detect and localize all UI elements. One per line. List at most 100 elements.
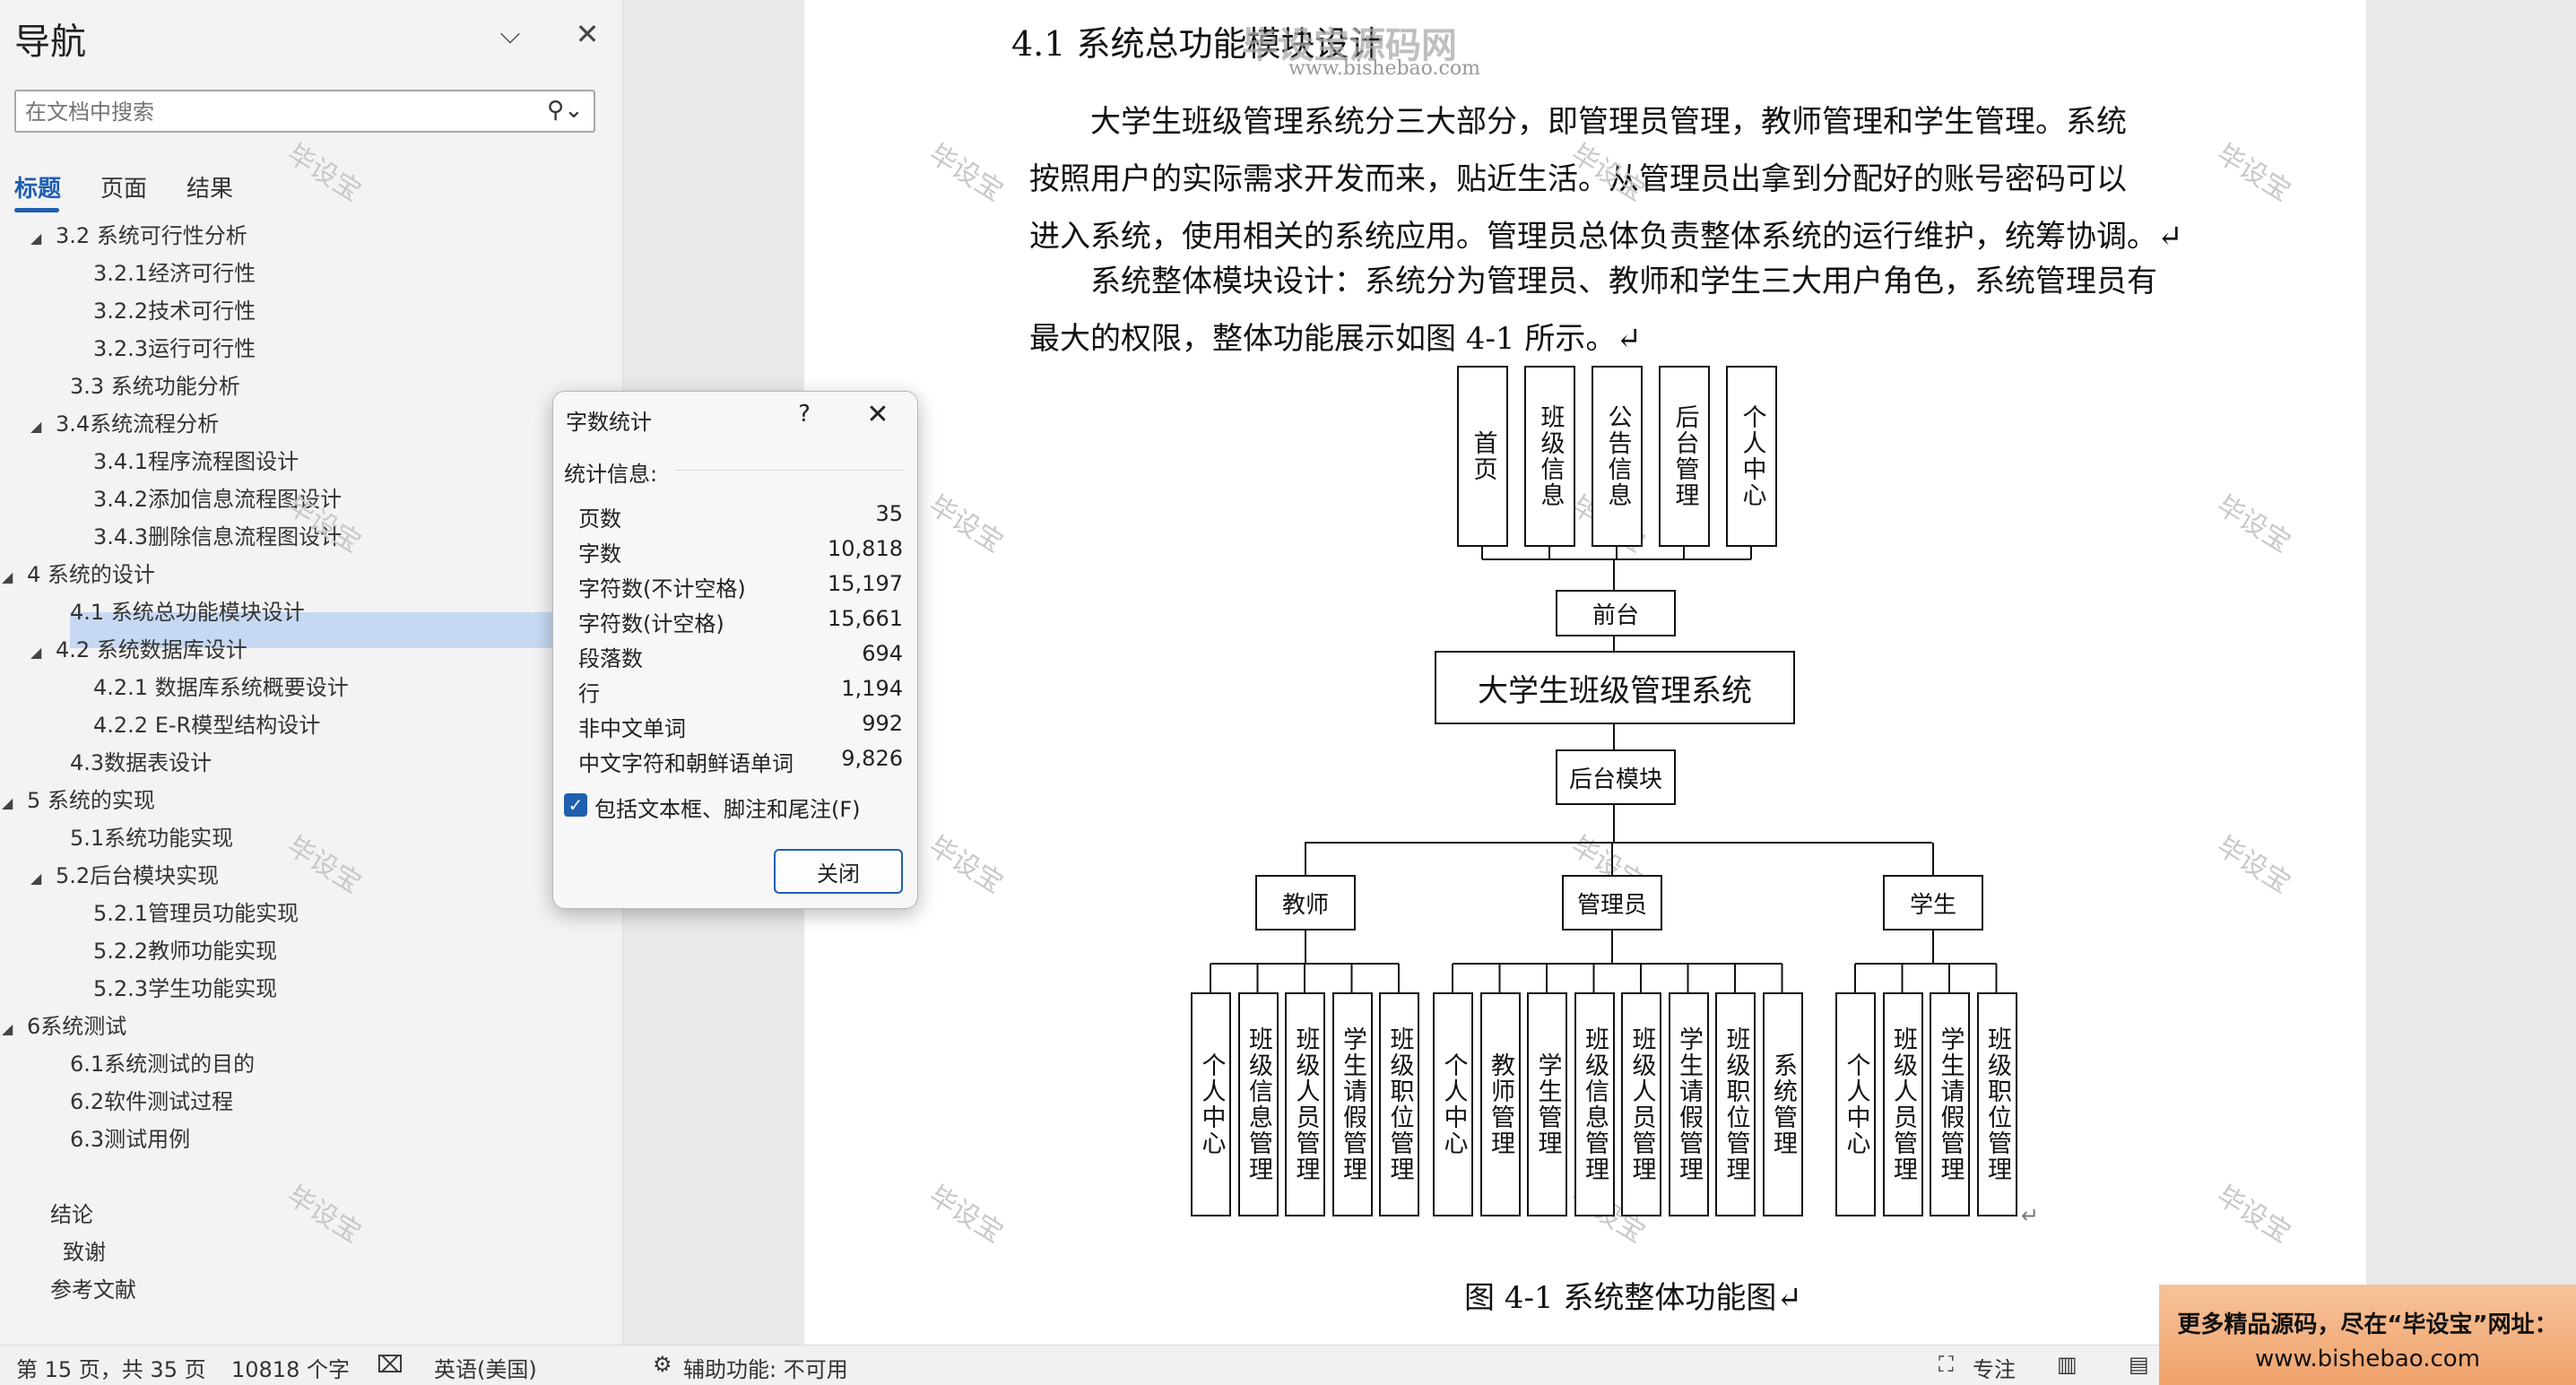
role-box: 教师 [1255, 875, 1356, 931]
word-count-indicator[interactable]: 10818 个字 [231, 1352, 350, 1383]
system-box-label: 大学生班级管理系统 [1478, 672, 1752, 709]
stat-value: 10,818 [828, 536, 903, 561]
stat-value: 694 [862, 641, 903, 666]
stat-row: 段落数 694 [578, 641, 903, 675]
leaf-module-box-label: 班级职位管理 [1983, 1026, 2011, 1182]
promo-banner[interactable]: 更多精品源码，尽在“毕设宝”网址： www.bishebao.com [2159, 1285, 2576, 1385]
role-box: 学生 [1883, 875, 1983, 931]
leaf-module-box: 学生请假管理 [1668, 992, 1709, 1216]
read-mode-icon[interactable]: ▥ [2057, 1352, 2077, 1377]
accessibility-status[interactable]: 辅助功能: 不可用 [683, 1352, 848, 1383]
checkbox-label[interactable]: 包括文本框、脚注和尾注(F) [594, 792, 861, 823]
stat-value: 9,826 [841, 746, 903, 771]
leaf-module-box-label: 教师管理 [1487, 1052, 1514, 1156]
leaf-module-box: 班级职位管理 [1715, 992, 1756, 1216]
top-module-box: 公告信息 [1592, 366, 1643, 547]
role-box-label: 学生 [1909, 891, 1956, 919]
stat-label: 行 [578, 681, 600, 706]
stat-row: 行 1,194 [578, 676, 903, 710]
include-textbox-checkbox[interactable]: ✓ [564, 793, 587, 817]
close-button[interactable]: 关闭 [774, 849, 903, 894]
backend-box-label: 后台模块 [1568, 766, 1662, 793]
stat-row: 字数 10,818 [578, 536, 903, 570]
top-module-box-label: 公告信息 [1603, 404, 1632, 508]
leaf-module-box-label: 学生请假管理 [1936, 1026, 1965, 1182]
leaf-module-box-label: 班级信息管理 [1245, 1026, 1272, 1182]
role-box-label: 教师 [1281, 891, 1329, 919]
top-module-box-label: 首页 [1469, 430, 1497, 482]
leaf-module-box: 个人中心 [1433, 992, 1473, 1216]
leaf-module-box-label: 学生请假管理 [1339, 1026, 1366, 1182]
section-divider [675, 470, 905, 471]
leaf-module-box: 系统管理 [1762, 992, 1803, 1216]
help-icon[interactable]: ? [786, 401, 822, 433]
system-box: 大学生班级管理系统 [1435, 651, 1795, 724]
leaf-module-box: 班级人员管理 [1621, 992, 1661, 1216]
front-box-label: 前台 [1592, 602, 1639, 629]
leaf-module-box-label: 学生管理 [1533, 1052, 1562, 1156]
leaf-module-box: 班级人员管理 [1882, 992, 1923, 1216]
stat-value: 15,197 [828, 571, 903, 596]
leaf-module-box: 班级信息管理 [1237, 992, 1279, 1216]
front-box: 前台 [1556, 590, 1676, 636]
leaf-module-box-label: 班级人员管理 [1889, 1026, 1917, 1182]
leaf-module-box: 班级信息管理 [1574, 992, 1615, 1216]
stat-value: 35 [875, 501, 903, 526]
stat-row: 非中文单词 992 [578, 711, 903, 745]
stat-row: 页数 35 [578, 501, 903, 535]
leaf-module-box-label: 个人中心 [1197, 1052, 1226, 1156]
stat-value: 15,661 [828, 606, 903, 631]
stat-label: 非中文单词 [578, 716, 686, 741]
role-box-label: 管理员 [1576, 891, 1647, 919]
leaf-module-box-label: 系统管理 [1769, 1052, 1797, 1156]
accessibility-icon: ⚙ [653, 1352, 672, 1377]
top-module-box: 后台管理 [1659, 366, 1710, 547]
leaf-module-box-label: 个人中心 [1842, 1052, 1870, 1156]
backend-box: 后台模块 [1556, 749, 1676, 805]
role-box: 管理员 [1562, 875, 1662, 931]
leaf-module-box-label: 班级职位管理 [1722, 1026, 1750, 1182]
focus-icon[interactable]: ⛶ [1939, 1352, 1954, 1377]
promo-line-2: www.bishebao.com [2254, 1346, 2481, 1372]
leaf-module-box-label: 班级职位管理 [1385, 1026, 1414, 1182]
top-module-box-label: 个人中心 [1738, 404, 1766, 508]
leaf-module-box: 个人中心 [1835, 992, 1876, 1216]
leaf-module-box-label: 班级信息管理 [1581, 1026, 1609, 1182]
return-mark: ↵ [2021, 1203, 2040, 1228]
word-count-dialog: 字数统计 ? ✕ 统计信息: 页数 35 字数 10,818 字符数(不计空格) 15,1… [552, 391, 918, 909]
top-module-box: 首页 [1457, 366, 1508, 547]
stat-label: 中文字符和朝鲜语单词 [578, 751, 794, 776]
top-module-box-label: 班级信息 [1536, 404, 1565, 508]
stat-row: 字符数(不计空格) 15,197 [578, 571, 903, 605]
leaf-module-box: 班级职位管理 [1379, 992, 1419, 1216]
stats-section-label: 统计信息: [564, 462, 658, 487]
stat-label: 页数 [578, 506, 621, 532]
dialog-title: 字数统计 [566, 410, 652, 435]
language-indicator[interactable]: 英语(美国) [434, 1352, 537, 1383]
close-icon[interactable]: ✕ [858, 399, 898, 435]
top-module-box: 班级信息 [1524, 366, 1575, 547]
stat-label: 段落数 [578, 646, 643, 671]
stat-row: 中文字符和朝鲜语单词 9,826 [578, 746, 903, 780]
promo-line-1: 更多精品源码，尽在“毕设宝”网址： [2177, 1311, 2558, 1338]
top-module-box-label: 后台管理 [1670, 404, 1699, 508]
leaf-module-box-label: 班级人员管理 [1627, 1026, 1656, 1182]
leaf-module-box: 教师管理 [1479, 992, 1521, 1216]
leaf-module-box-label: 学生请假管理 [1675, 1026, 1703, 1182]
stat-row: 字符数(计空格) 15,661 [578, 606, 903, 640]
stat-label: 字数 [578, 541, 621, 567]
leaf-module-box-label: 个人中心 [1439, 1052, 1468, 1156]
figure-caption: 图 4-1 系统整体功能图↵ [1464, 1280, 1802, 1316]
leaf-module-box: 个人中心 [1191, 992, 1231, 1216]
leaf-module-box: 学生请假管理 [1331, 992, 1373, 1216]
page-indicator[interactable]: 第 15 页，共 35 页 [16, 1352, 206, 1383]
focus-mode-button[interactable]: 专注 [1973, 1352, 2016, 1383]
print-layout-icon[interactable]: ▤ [2129, 1352, 2149, 1377]
proofing-icon[interactable]: ⌧ [377, 1352, 403, 1379]
leaf-module-box: 班级职位管理 [1976, 992, 2017, 1216]
stat-value: 1,194 [841, 676, 903, 701]
top-module-box: 个人中心 [1726, 366, 1777, 547]
stat-label: 字符数(计空格) [578, 611, 724, 636]
stat-label: 字符数(不计空格) [578, 576, 746, 602]
leaf-module-box: 学生请假管理 [1930, 992, 1970, 1216]
